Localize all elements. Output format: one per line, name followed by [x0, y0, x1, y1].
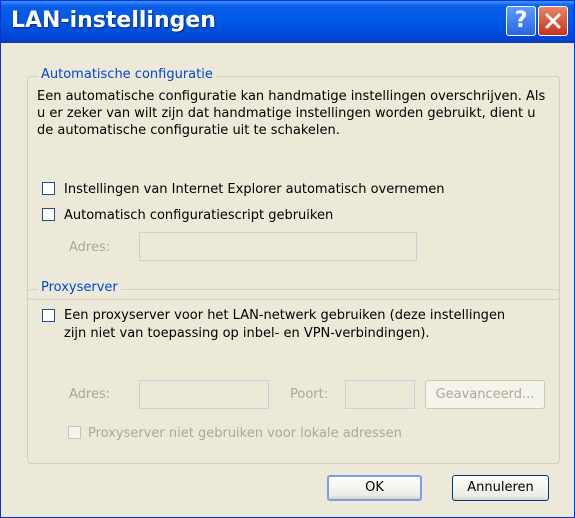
ok-button[interactable]: OK [327, 475, 422, 501]
script-address-label: Adres: [69, 240, 111, 255]
cancel-button[interactable]: Annuleren [452, 475, 549, 501]
proxy-port-input[interactable] [345, 380, 415, 409]
title-bar[interactable]: LAN-instellingen ? [1, 1, 574, 43]
auto-config-legend: Automatische configuratie [38, 67, 216, 82]
window-title: LAN-instellingen [11, 8, 216, 33]
config-script-checkbox[interactable] [42, 208, 55, 221]
lan-settings-dialog: LAN-instellingen ? Automatische configur… [0, 0, 575, 518]
auto-detect-checkbox[interactable] [42, 182, 55, 195]
use-proxy-row[interactable]: Een proxyserver voor het LAN-netwerk geb… [42, 307, 512, 343]
proxy-port-label: Poort: [290, 387, 329, 402]
close-icon [545, 13, 561, 29]
auto-config-description: Een automatische configuratie kan handma… [37, 89, 546, 138]
help-button[interactable]: ? [506, 6, 536, 36]
proxy-group: Proxyserver Een proxyserver voor het LAN… [27, 280, 560, 464]
auto-detect-label[interactable]: Instellingen van Internet Explorer autom… [64, 181, 444, 198]
use-proxy-checkbox[interactable] [42, 309, 55, 322]
auto-config-group: Automatische configuratie Een automatisc… [27, 67, 560, 300]
proxy-legend: Proxyserver [38, 280, 121, 295]
script-address-input[interactable] [139, 232, 417, 261]
proxy-address-label: Adres: [69, 387, 111, 402]
advanced-button[interactable]: Geavanceerd... [425, 380, 545, 409]
proxy-address-input[interactable] [139, 380, 269, 409]
use-proxy-label[interactable]: Een proxyserver voor het LAN-netwerk geb… [42, 307, 512, 343]
bypass-local-label[interactable]: Proxyserver niet gebruiken voor lokale a… [88, 425, 402, 442]
config-script-label[interactable]: Automatisch configuratiescript gebruiken [64, 207, 333, 224]
dialog-content: Automatische configuratie Een automatisc… [4, 43, 570, 513]
close-button[interactable] [538, 6, 568, 36]
bypass-local-checkbox[interactable] [68, 426, 81, 439]
